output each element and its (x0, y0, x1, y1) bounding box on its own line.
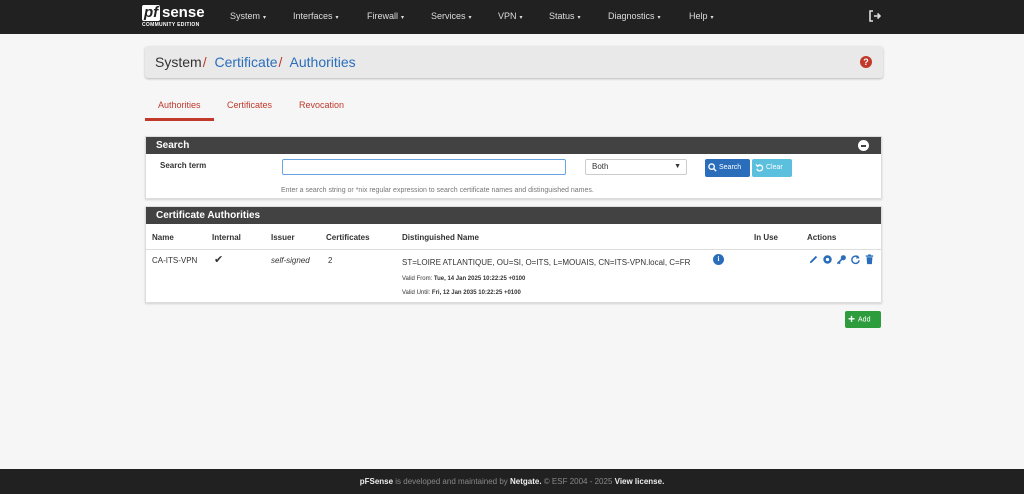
menu-system[interactable]: System ▾ (230, 11, 266, 21)
active-tab-indicator (145, 118, 214, 121)
sign-out-icon[interactable] (868, 9, 882, 23)
search-icon (708, 162, 717, 172)
cell-certificates: 2 (328, 256, 333, 265)
menu-interfaces[interactable]: Interfaces ▾ (293, 11, 339, 21)
breadcrumb-system: System (155, 54, 202, 70)
search-panel-header: Search (146, 137, 881, 154)
logo-edition: COMMUNITY EDITION (142, 22, 200, 28)
cell-distinguished-name: ST=LOIRE ATLANTIQUE, OU=SI, O=ITS, L=MOU… (402, 258, 691, 267)
col-header-in-use[interactable]: In Use (754, 233, 778, 242)
footer-text: is developed and maintained by (393, 477, 511, 486)
search-scope-select[interactable]: Both ▼ (585, 159, 687, 175)
clear-button[interactable]: Clear (752, 159, 792, 177)
delete-trash-icon[interactable] (864, 254, 875, 265)
menu-label: Interfaces (293, 11, 333, 21)
menu-label: Firewall (367, 11, 399, 21)
breadcrumb-separator: / (202, 54, 207, 70)
logo-sense: sense (162, 4, 205, 21)
edit-pencil-icon[interactable] (808, 254, 819, 265)
menu-label: Help (689, 11, 708, 21)
breadcrumb-certificate-link[interactable]: Certificate (214, 54, 277, 70)
footer: pFSense is developed and maintained by N… (0, 469, 1024, 494)
cell-issuer: self-signed (271, 256, 310, 265)
valid-until-value: Fri, 12 Jan 2035 10:22:25 +0100 (431, 290, 521, 296)
caret-down-icon: ▾ (710, 15, 714, 21)
search-scope-value: Both (592, 162, 609, 171)
valid-until-label: Valid Until: (402, 290, 431, 296)
col-header-internal[interactable]: Internal (212, 233, 241, 242)
valid-from-label: Valid From: (402, 276, 433, 282)
menu-firewall[interactable]: Firewall ▾ (367, 11, 404, 21)
top-navbar: pf sense COMMUNITY EDITION System ▾ Inter… (0, 0, 1024, 34)
tab-authorities[interactable]: Authorities (158, 100, 201, 110)
col-header-name[interactable]: Name (152, 233, 174, 242)
menu-vpn[interactable]: VPN ▾ (498, 11, 523, 21)
menu-label: Services (431, 11, 466, 21)
menu-help[interactable]: Help ▾ (689, 11, 714, 21)
menu-label: VPN (498, 11, 517, 21)
cell-valid-until: Valid Until: Fri, 12 Jan 2035 10:22:25 +… (402, 290, 521, 296)
clear-button-label: Clear (766, 164, 783, 171)
menu-label: System (230, 11, 261, 21)
plus-icon: + (848, 312, 856, 326)
caret-down-icon: ▾ (401, 15, 405, 21)
caret-down-icon: ▾ (263, 15, 267, 21)
caret-down-icon: ▾ (519, 15, 523, 21)
search-panel-title: Search (156, 140, 190, 151)
reissue-icon[interactable] (850, 254, 861, 265)
logo-pf: pf (142, 4, 161, 21)
breadcrumb-authorities-link[interactable]: Authorities (290, 54, 356, 70)
menu-label: Status (549, 11, 575, 21)
tab-revocation[interactable]: Revocation (299, 100, 344, 110)
caret-down-icon: ▾ (468, 15, 472, 21)
search-button-label: Search (719, 164, 742, 171)
menu-services[interactable]: Services ▾ (431, 11, 472, 21)
ca-panel-title: Certificate Authorities (156, 210, 261, 221)
footer-copyright: © ESF 2004 - 2025 (541, 477, 615, 486)
collapse-icon[interactable] (858, 140, 869, 151)
menu-status[interactable]: Status ▾ (549, 11, 581, 21)
search-help-text: Enter a search string or *nix regular ex… (281, 187, 594, 194)
menu-label: Diagnostics (608, 11, 655, 21)
breadcrumb-separator: / (278, 54, 283, 70)
breadcrumb: System/ Certificate/ Authorities (145, 46, 883, 78)
cell-name: CA-ITS-VPN (152, 256, 198, 265)
col-header-issuer[interactable]: Issuer (271, 233, 295, 242)
caret-down-icon: ▾ (577, 15, 581, 21)
search-input[interactable] (282, 159, 566, 175)
col-header-distinguished-name[interactable]: Distinguished Name (402, 233, 479, 242)
info-icon[interactable]: i (713, 254, 724, 265)
help-icon[interactable]: ? (860, 56, 872, 68)
add-button-label: Add (858, 316, 871, 324)
footer-license-link[interactable]: View license. (615, 477, 665, 486)
search-panel: Search Search term Both ▼ Search Clear E… (145, 136, 882, 199)
checkmark-icon: ✔ (214, 254, 224, 266)
col-header-certificates[interactable]: Certificates (326, 233, 370, 242)
ca-panel-header: Certificate Authorities (146, 207, 881, 224)
menu-diagnostics[interactable]: Diagnostics ▾ (608, 11, 661, 21)
pfsense-logo[interactable]: pf sense COMMUNITY EDITION (142, 5, 210, 31)
export-certificate-icon[interactable] (822, 254, 833, 265)
add-button[interactable]: + Add (845, 311, 881, 328)
ca-panel: Certificate Authorities Name Internal Is… (145, 206, 882, 303)
cell-valid-from: Valid From: Tue, 14 Jan 2025 10:22:25 +0… (402, 276, 525, 282)
footer-brand: pFSense (359, 477, 394, 486)
undo-icon (755, 163, 764, 172)
export-key-icon[interactable] (836, 254, 847, 265)
table-divider (146, 249, 881, 250)
search-term-label: Search term (160, 161, 207, 170)
caret-down-icon: ▾ (657, 15, 661, 21)
col-header-actions: Actions (807, 233, 837, 242)
search-button[interactable]: Search (705, 159, 750, 177)
chevron-down-icon: ▼ (674, 163, 681, 170)
caret-down-icon: ▾ (335, 15, 339, 21)
footer-netgate-link[interactable]: Netgate. (510, 477, 542, 486)
tab-certificates[interactable]: Certificates (227, 100, 272, 110)
valid-from-value: Tue, 14 Jan 2025 10:22:25 +0100 (433, 276, 526, 282)
